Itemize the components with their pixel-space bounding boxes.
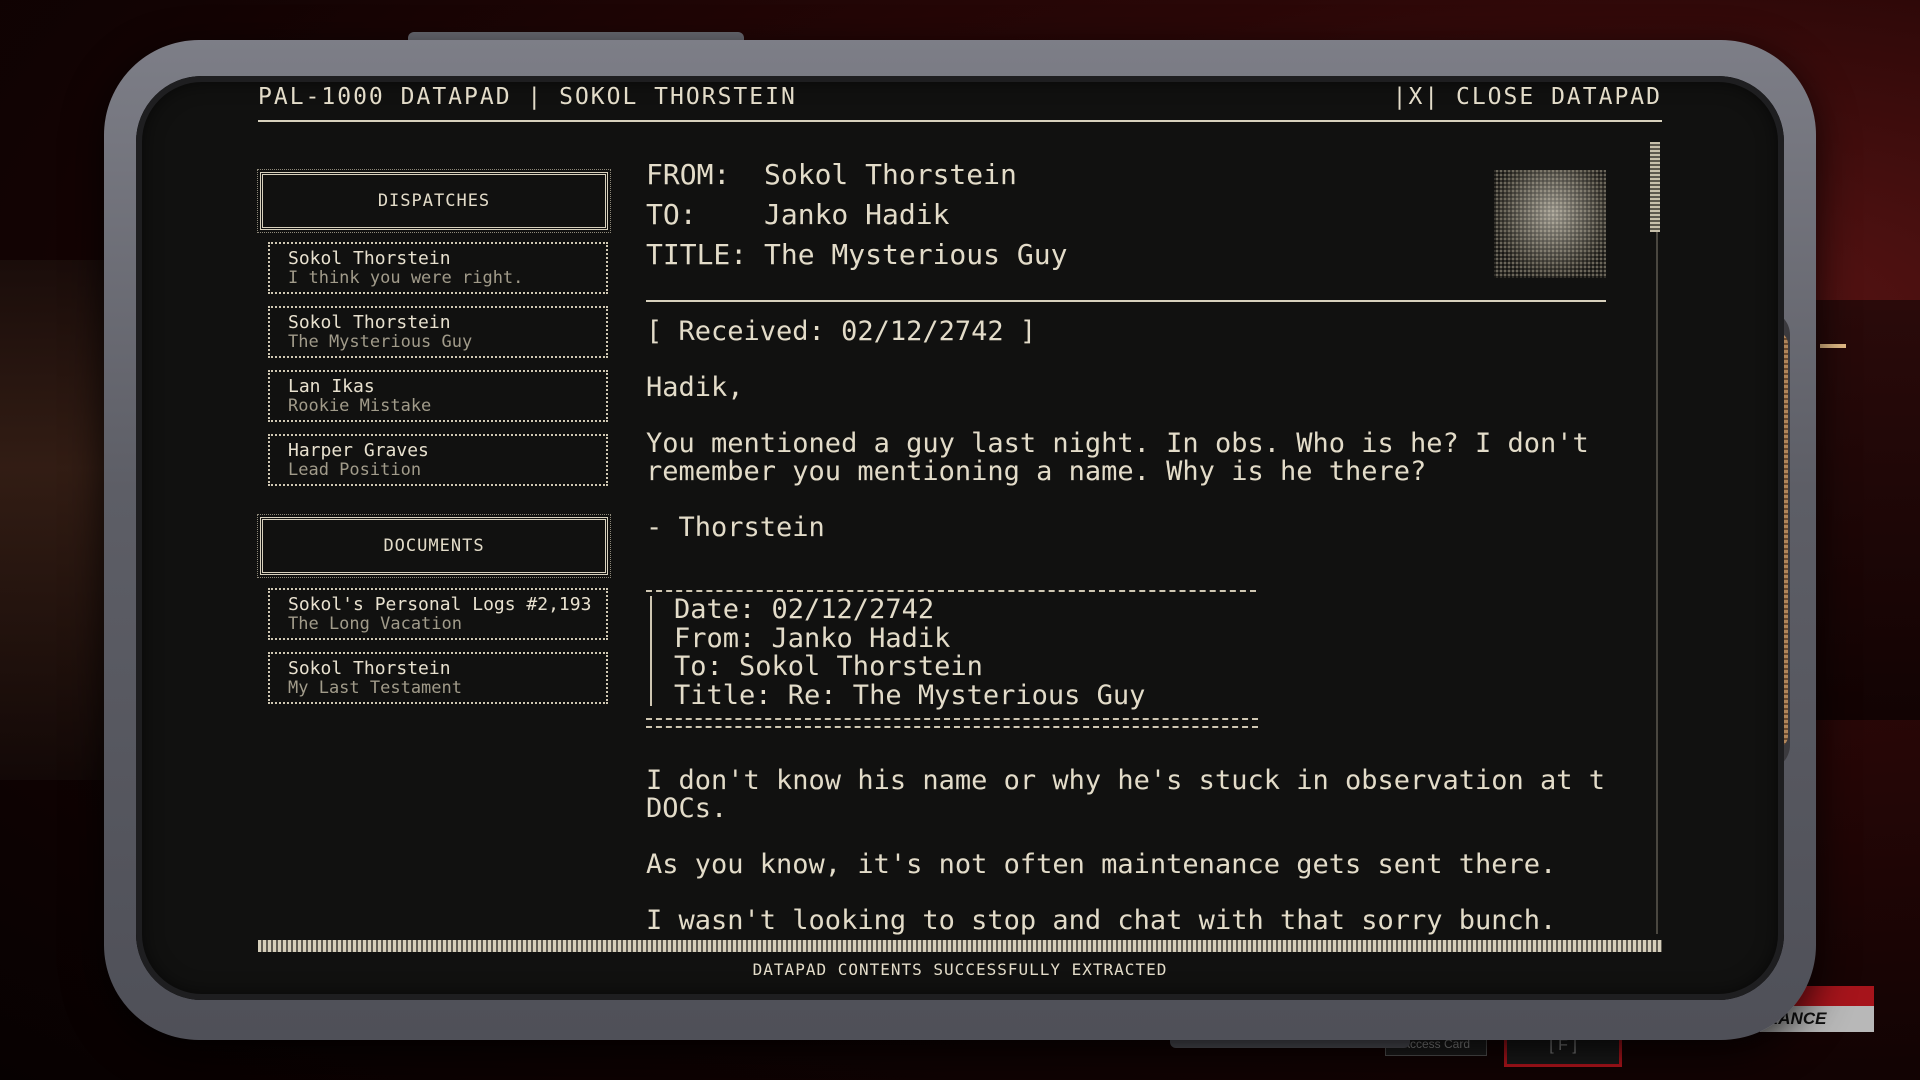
reply-line-2: DOCs. (646, 793, 728, 824)
documents-header: DOCUMENTS (257, 514, 611, 578)
dispatch-sender: Lan Ikas (288, 376, 375, 397)
reply-line-1: I don't know his name or why he's stuck … (646, 765, 1606, 796)
reply-line-3: As you know, it's not often maintenance … (646, 849, 1557, 880)
quoted-to: To: Sokol Thorstein (674, 651, 983, 682)
document-sender: Sokol Thorstein (288, 658, 451, 679)
dispatch-subject: The Mysterious Guy (288, 332, 473, 352)
document-sender: Sokol's Personal Logs #2,193 (288, 594, 592, 615)
dispatch-item-0[interactable]: Sokol Thorstein I think you were right. (268, 242, 608, 294)
quoted-from: From: Janko Hadik (674, 622, 951, 654)
datapad-title: PAL-1000 DATAPAD | SOKOL THORSTEIN (258, 84, 797, 110)
from-value: Sokol Thorstein (764, 158, 1017, 191)
quote-bottom-rule (646, 718, 1258, 728)
quoted-title: Title: Re: The Mysterious Guy (674, 679, 1146, 711)
dispatch-sender: Harper Graves (288, 440, 429, 461)
received-date: [ Received: 02/12/2742 ] (646, 316, 1037, 347)
dispatch-sender: Sokol Thorstein (288, 248, 451, 269)
message-scroll-thumb[interactable] (1650, 142, 1660, 232)
background-lamp (1820, 344, 1846, 348)
dispatch-subject: I think you were right. (288, 268, 524, 288)
dispatch-item-3[interactable]: Harper Graves Lead Position (268, 434, 608, 486)
message-content: FROM: Sokol Thorstein TO: Janko Hadik TITL… (646, 150, 1606, 935)
signoff: - Thorstein (646, 512, 825, 543)
dispatch-sender: Sokol Thorstein (288, 312, 451, 333)
from-label: FROM: (646, 158, 731, 191)
document-subject: The Long Vacation (288, 614, 462, 634)
datapad-title-bar: PAL-1000 DATAPAD | SOKOL THORSTEIN |X| C… (258, 84, 1662, 122)
title-row: TITLE: The Mysterious Guy (646, 238, 1067, 272)
dispatch-subject: Rookie Mistake (288, 396, 432, 416)
quoted-date: Date: 02/12/2742 (674, 594, 935, 625)
dispatch-subject: Lead Position (288, 460, 422, 480)
title-label: TITLE: (646, 238, 748, 271)
body-line-2: remember you mentioning a name. Why is h… (646, 456, 1427, 487)
document-item-1[interactable]: Sokol Thorstein My Last Testament (268, 652, 608, 704)
from-row: FROM: Sokol Thorstein (646, 158, 1017, 192)
header-divider (646, 300, 1606, 302)
quoted-header: Date: 02/12/2742 From: Janko Hadik To: S… (650, 594, 1145, 709)
greeting: Hadik, (646, 372, 744, 403)
to-row: TO: Janko Hadik (646, 198, 949, 232)
extraction-status: DATAPAD CONTENTS SUCCESSFULLY EXTRACTED (752, 960, 1168, 979)
document-item-0[interactable]: Sokol's Personal Logs #2,193 The Long Va… (268, 588, 608, 640)
sender-portrait (1494, 170, 1606, 278)
close-datapad-button[interactable]: |X| CLOSE DATAPAD (1393, 84, 1662, 110)
message-scroll-track[interactable] (1656, 144, 1658, 934)
title-value: The Mysterious Guy (764, 238, 1068, 271)
quote-top-rule (646, 590, 1256, 592)
to-value: Janko Hadik (764, 198, 950, 231)
extraction-progress-bar (258, 940, 1662, 952)
dispatch-item-1[interactable]: Sokol Thorstein The Mysterious Guy (268, 306, 608, 358)
document-subject: My Last Testament (288, 678, 462, 698)
dispatches-header: DISPATCHES (257, 169, 611, 233)
dispatch-item-2[interactable]: Lan Ikas Rookie Mistake (268, 370, 608, 422)
to-label: TO: (646, 198, 697, 231)
body-line-1: You mentioned a guy last night. In obs. … (646, 428, 1589, 459)
reply-line-4: I wasn't looking to stop and chat with t… (646, 905, 1557, 935)
